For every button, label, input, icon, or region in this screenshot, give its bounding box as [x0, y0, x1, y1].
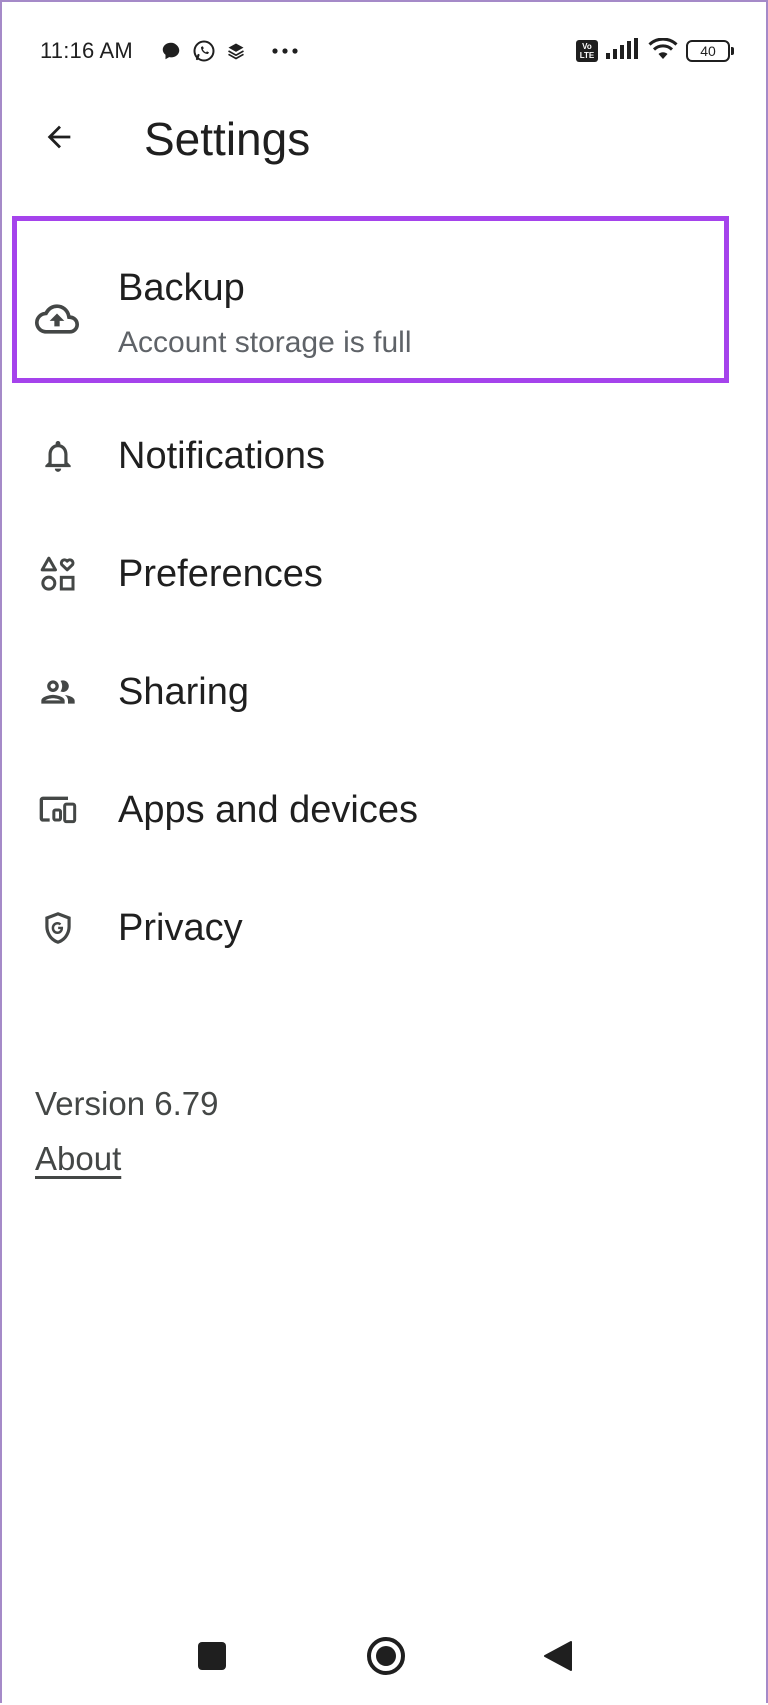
signal-icon — [606, 37, 640, 65]
about-link[interactable]: About — [35, 1139, 121, 1179]
home-button[interactable] — [358, 1630, 414, 1686]
wifi-icon — [648, 37, 678, 65]
back-button[interactable] — [32, 112, 86, 166]
shield-g-icon — [36, 906, 80, 950]
more-dots-icon — [272, 47, 298, 55]
shapes-icon — [36, 552, 80, 596]
settings-item-label: Privacy — [118, 907, 243, 949]
settings-item-notifications[interactable]: Notifications — [2, 414, 766, 498]
volte-icon: Vo LTE — [576, 40, 598, 62]
status-notification-icons — [160, 38, 298, 64]
settings-item-label: Apps and devices — [118, 789, 418, 831]
status-time: 11:16 AM — [40, 38, 133, 63]
status-bar: 11:16 AM Vo LTE 40 — [2, 2, 766, 98]
settings-item-apps-and-devices[interactable]: Apps and devices — [2, 768, 766, 852]
settings-item-label: Preferences — [118, 553, 323, 595]
settings-item-sublabel: Account storage is full — [118, 326, 412, 359]
recents-square-icon — [197, 1641, 227, 1676]
settings-item-privacy[interactable]: Privacy — [2, 886, 766, 970]
settings-item-backup[interactable]: Backup Account storage is full — [2, 214, 766, 386]
recents-button[interactable] — [184, 1630, 240, 1686]
chat-bubble-icon — [160, 40, 182, 62]
cloud-upload-icon — [35, 297, 79, 341]
page-title: Settings — [144, 113, 311, 165]
settings-item-label: Notifications — [118, 435, 325, 477]
system-nav-bar — [2, 1602, 766, 1705]
settings-item-preferences[interactable]: Preferences — [2, 532, 766, 616]
whatsapp-icon — [192, 39, 216, 63]
arrow-back-icon — [42, 120, 76, 159]
settings-item-label: Backup — [118, 267, 245, 309]
back-triangle-icon — [543, 1640, 573, 1677]
app-header: Settings — [2, 98, 766, 184]
status-system-icons: Vo LTE 40 — [576, 37, 734, 65]
home-circle-icon — [366, 1636, 406, 1681]
bell-icon — [36, 434, 80, 478]
devices-icon — [36, 788, 80, 832]
battery-indicator: 40 — [686, 40, 734, 62]
settings-item-sharing[interactable]: Sharing — [2, 650, 766, 734]
version-text: Version 6.79 — [35, 1085, 219, 1122]
people-icon — [36, 670, 80, 714]
nav-back-button[interactable] — [530, 1630, 586, 1686]
layers-icon — [226, 41, 246, 61]
settings-item-label: Sharing — [118, 671, 249, 713]
